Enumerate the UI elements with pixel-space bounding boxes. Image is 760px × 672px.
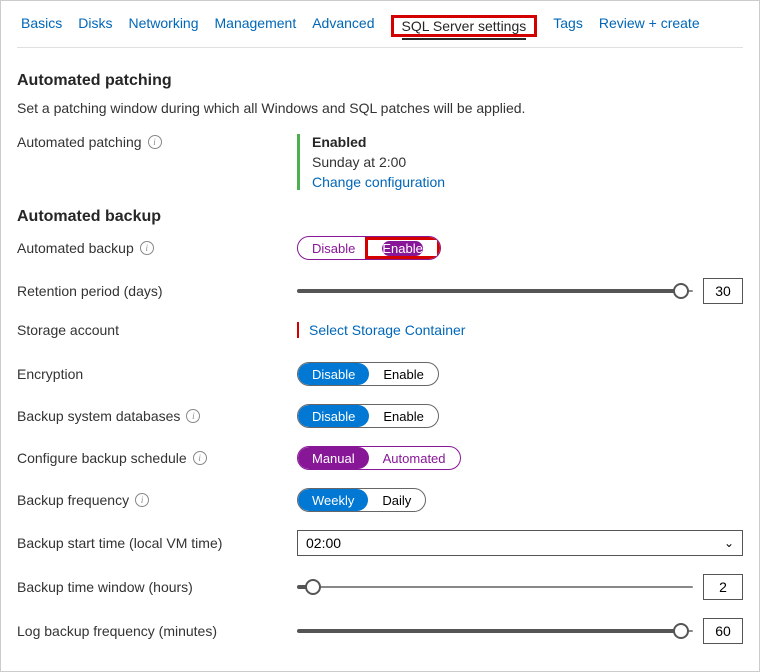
encryption-enable-option[interactable]: Enable [369, 363, 437, 385]
tab-advanced[interactable]: Advanced [312, 15, 374, 37]
patching-status-block: Enabled Sunday at 2:00 Change configurat… [297, 134, 445, 190]
logfreq-slider[interactable] [297, 628, 693, 634]
retention-value[interactable]: 30 [703, 278, 743, 304]
tab-networking[interactable]: Networking [128, 15, 198, 37]
info-icon[interactable]: i [193, 451, 207, 465]
schedcfg-manual-option[interactable]: Manual [298, 447, 369, 469]
backup-enable-option[interactable]: Enable [382, 241, 422, 256]
storage-select-link[interactable]: Select Storage Container [299, 322, 465, 338]
logfreq-value[interactable]: 60 [703, 618, 743, 644]
backup-toggle: Disable Enable [297, 236, 441, 260]
start-time-dropdown[interactable]: 02:00 ⌄ [297, 530, 743, 556]
tab-management[interactable]: Management [215, 15, 297, 37]
backup-label: Automated backup [17, 240, 134, 256]
info-icon[interactable]: i [186, 409, 200, 423]
retention-label: Retention period (days) [17, 283, 163, 299]
schedcfg-toggle: Manual Automated [297, 446, 461, 470]
chevron-down-icon: ⌄ [724, 536, 734, 550]
patching-change-link[interactable]: Change configuration [312, 174, 445, 190]
window-slider[interactable] [297, 584, 693, 590]
patching-description: Set a patching window during which all W… [17, 100, 743, 116]
freq-toggle: Weekly Daily [297, 488, 426, 512]
backup-disable-option[interactable]: Disable [298, 237, 369, 259]
freq-weekly-option[interactable]: Weekly [298, 489, 368, 511]
encryption-toggle: Disable Enable [297, 362, 439, 386]
patching-status: Enabled [312, 134, 445, 150]
storage-label: Storage account [17, 322, 119, 338]
patching-label: Automated patching [17, 134, 142, 150]
start-time-value: 02:00 [306, 535, 341, 551]
window-value[interactable]: 2 [703, 574, 743, 600]
encryption-label: Encryption [17, 366, 83, 382]
sysdbs-disable-option[interactable]: Disable [298, 405, 369, 427]
window-label: Backup time window (hours) [17, 579, 193, 595]
sysdbs-enable-option[interactable]: Enable [369, 405, 437, 427]
encryption-disable-option[interactable]: Disable [298, 363, 369, 385]
tab-tags[interactable]: Tags [553, 15, 583, 37]
tab-review[interactable]: Review + create [599, 15, 700, 37]
freq-daily-option[interactable]: Daily [368, 489, 425, 511]
backup-heading: Automated backup [17, 208, 743, 226]
tab-basics[interactable]: Basics [21, 15, 62, 37]
info-icon[interactable]: i [135, 493, 149, 507]
patching-schedule: Sunday at 2:00 [312, 154, 445, 170]
freq-label: Backup frequency [17, 492, 129, 508]
sysdbs-label: Backup system databases [17, 408, 180, 424]
patching-heading: Automated patching [17, 72, 743, 90]
retention-slider[interactable] [297, 288, 693, 294]
backup-enable-highlight: Enable [365, 237, 439, 259]
info-icon[interactable]: i [148, 135, 162, 149]
tab-strip: Basics Disks Networking Management Advan… [17, 1, 743, 48]
start-label: Backup start time (local VM time) [17, 535, 222, 551]
schedcfg-label: Configure backup schedule [17, 450, 187, 466]
sysdbs-toggle: Disable Enable [297, 404, 439, 428]
tab-disks[interactable]: Disks [78, 15, 112, 37]
info-icon[interactable]: i [140, 241, 154, 255]
schedcfg-auto-option[interactable]: Automated [369, 447, 460, 469]
tab-sql-highlight: SQL Server settings [391, 15, 538, 37]
logfreq-label: Log backup frequency (minutes) [17, 623, 217, 639]
tab-sql-server-settings[interactable]: SQL Server settings [402, 18, 527, 40]
